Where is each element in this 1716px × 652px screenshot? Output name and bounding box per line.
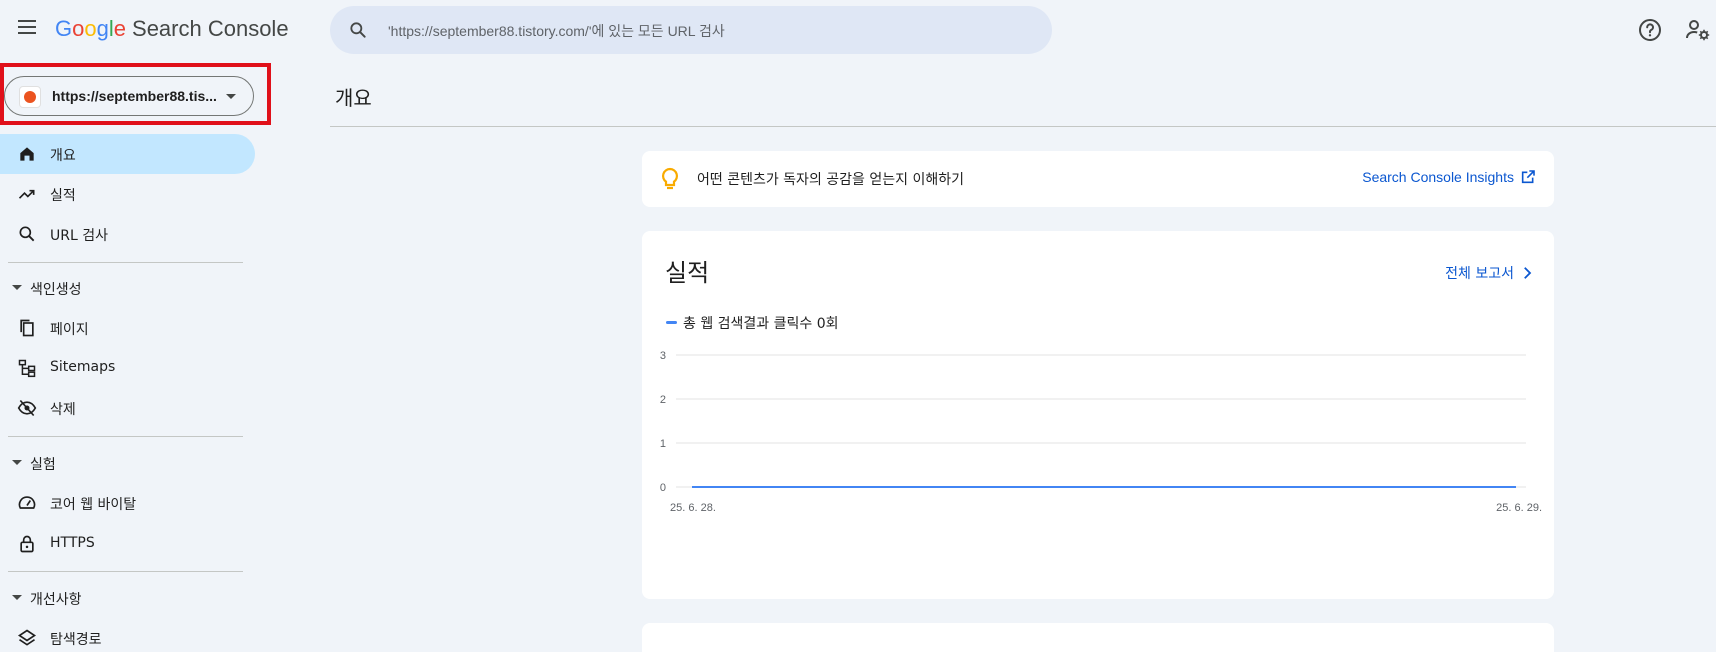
sidebar-item-overview[interactable]: 개요 [0, 134, 255, 174]
site-favicon-icon [19, 86, 41, 108]
x-tick-label: 25. 6. 28. [670, 502, 716, 514]
lock-icon [20, 535, 34, 553]
collapse-caret-icon [12, 595, 22, 600]
pages-icon [20, 319, 34, 337]
sidebar-item-sitemaps[interactable]: Sitemaps [0, 348, 255, 388]
eye-off-icon [17, 399, 37, 417]
property-selector[interactable]: https://september88.tis... [4, 76, 254, 116]
y-tick-label: 1 [660, 438, 666, 450]
section-enhancements[interactable]: 개선사항 [0, 583, 255, 613]
legend-swatch [666, 321, 677, 324]
y-tick-label: 3 [660, 351, 666, 362]
property-url: https://september88.tis... [52, 88, 217, 104]
lightbulb-icon [661, 167, 679, 190]
sidebar-item-performance[interactable]: 실적 [0, 174, 255, 214]
sidebar-item-core-web-vitals[interactable]: 코어 웹 바이탈 [0, 483, 255, 523]
trending-up-icon [18, 189, 35, 199]
collapse-caret-icon [12, 285, 22, 290]
sidebar-item-pages[interactable]: 페이지 [0, 308, 255, 348]
product-name: Search Console [132, 16, 289, 41]
title-divider [330, 126, 1716, 127]
search-icon [350, 22, 366, 38]
sidebar-divider [8, 262, 243, 263]
y-tick-label: 2 [660, 394, 666, 406]
open-in-new-icon [1521, 170, 1535, 184]
collapse-caret-icon [12, 460, 22, 465]
section-indexing[interactable]: 색인생성 [0, 273, 255, 303]
performance-card: 실적 전체 보고서 총 웹 검색결과 클릭수 0회 0 1 2 3 25. 6. 28.… [642, 231, 1554, 599]
speedometer-icon [18, 496, 36, 509]
sidebar-item-breadcrumbs[interactable]: 탐색경로 [0, 618, 255, 652]
x-tick-label: 25. 6. 29. [1496, 502, 1542, 514]
sitemap-icon [18, 359, 36, 378]
sidebar-item-removals[interactable]: 삭제 [0, 388, 255, 428]
home-icon [20, 147, 34, 161]
performance-chart: 0 1 2 3 25. 6. 28. 25. 6. 29. [660, 351, 1542, 514]
layers-icon [17, 629, 37, 646]
dropdown-caret-icon [226, 94, 236, 99]
chevron-right-icon [1524, 267, 1532, 279]
insights-card: 어떤 콘텐츠가 독자의 공감을 얻는지 이해하기 Search Console … [642, 151, 1554, 207]
hamburger-icon [18, 20, 36, 22]
admin-settings-icon[interactable] [1685, 18, 1711, 42]
chart-legend[interactable]: 총 웹 검색결과 클릭수 0회 [666, 313, 839, 333]
help-icon[interactable] [1638, 18, 1662, 42]
top-app-bar: Google Search Console 'https://september8… [0, 0, 1716, 62]
search-placeholder: 'https://september88.tistory.com/'에 있는 모… [388, 23, 725, 39]
sidebar-item-url-inspection[interactable]: URL 검사 [0, 214, 255, 254]
main-menu-button[interactable] [14, 16, 40, 42]
next-card [642, 623, 1554, 652]
url-inspect-search-input[interactable]: 'https://september88.tistory.com/'에 있는 모… [330, 6, 1052, 54]
search-console-logo[interactable]: Google Search Console [55, 16, 289, 42]
search-console-insights-link[interactable]: Search Console Insights [1362, 169, 1536, 185]
section-experience[interactable]: 실험 [0, 448, 255, 478]
sidebar-divider [8, 436, 243, 437]
y-tick-label: 0 [660, 482, 666, 494]
performance-title: 실적 [665, 259, 710, 287]
legend-label: 총 웹 검색결과 클릭수 0회 [683, 316, 839, 332]
search-icon [19, 226, 35, 242]
sidebar-item-https[interactable]: HTTPS [0, 524, 255, 564]
insights-text: 어떤 콘텐츠가 독자의 공감을 얻는지 이해하기 [697, 172, 964, 188]
page-title: 개요 [335, 86, 372, 110]
full-report-link[interactable]: 전체 보고서 [1445, 263, 1536, 283]
sidebar-divider [8, 571, 243, 572]
